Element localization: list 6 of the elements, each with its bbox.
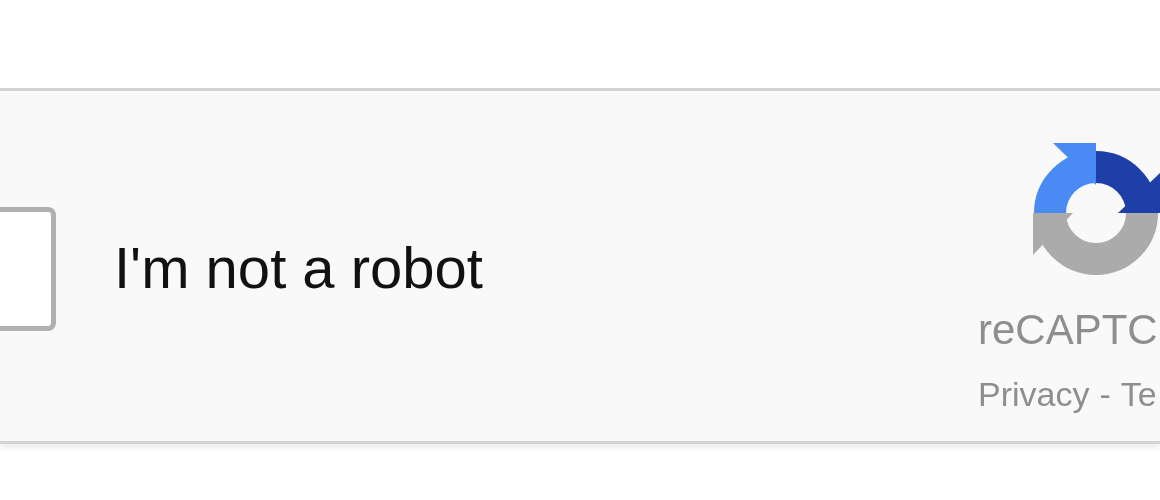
- link-separator: -: [1099, 377, 1111, 411]
- privacy-link[interactable]: Privacy: [978, 377, 1090, 411]
- terms-link[interactable]: Te: [1120, 377, 1157, 411]
- brand-name: reCAPTC: [978, 309, 1158, 351]
- checkbox-label: I'm not a robot: [114, 233, 483, 301]
- checkbox[interactable]: [0, 207, 56, 331]
